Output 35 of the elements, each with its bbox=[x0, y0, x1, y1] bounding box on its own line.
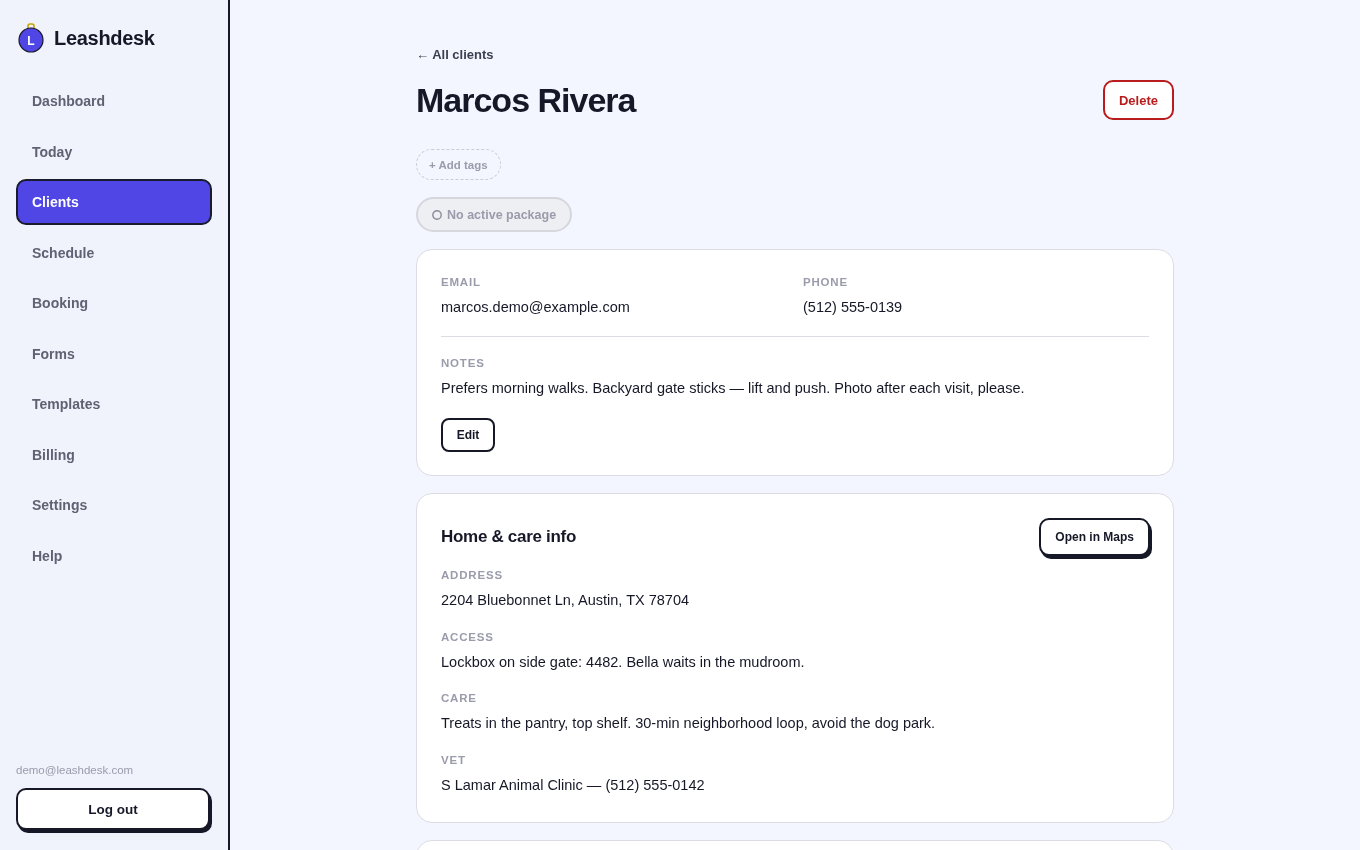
field-value: marcos.demo@example.com bbox=[441, 298, 631, 317]
card-title: Home & care info bbox=[441, 527, 576, 547]
nav-item[interactable]: Schedule bbox=[16, 229, 212, 276]
brand-name: Leashdesk bbox=[54, 26, 155, 50]
logout-button[interactable]: Log out bbox=[16, 788, 210, 830]
nav-item[interactable]: Forms bbox=[16, 330, 212, 377]
nav-item[interactable]: Clients bbox=[16, 179, 212, 225]
nav-item[interactable]: Dashboard bbox=[16, 78, 212, 124]
back-link[interactable]: ← All clients bbox=[416, 47, 494, 63]
field-label: EMAIL bbox=[441, 275, 482, 289]
nav-item[interactable]: Billing bbox=[16, 431, 212, 478]
field-value: (512) 555-0139 bbox=[803, 298, 904, 317]
field-label: NOTES bbox=[441, 356, 486, 370]
field-label: VET bbox=[441, 752, 467, 767]
circle-icon bbox=[432, 209, 442, 220]
open-maps-button[interactable]: Open in Maps bbox=[1039, 518, 1150, 556]
delete-button[interactable]: Delete bbox=[1103, 80, 1174, 120]
field-label: CARE bbox=[441, 691, 478, 705]
nav-item[interactable]: Settings bbox=[16, 482, 212, 528]
field-value: S Lamar Animal Clinic — (512) 555-0142 bbox=[441, 775, 706, 795]
nav-item[interactable]: Templates bbox=[16, 381, 212, 427]
account-email: demo@leashdesk.com bbox=[16, 764, 135, 776]
notes-text: Prefers morning walks. Backyard gate sticks — lift and push. Photo after each visit, please. bbox=[441, 379, 1026, 398]
field-label: PHONE bbox=[803, 275, 849, 289]
nav-item[interactable]: Today bbox=[16, 128, 212, 175]
package-status: No active package bbox=[447, 207, 557, 222]
field-value: 2204 Bluebonnet Ln, Austin, TX 78704 bbox=[441, 591, 691, 610]
field-value: Treats in the pantry, top shelf. 30-min neighborhood loop, avoid the dog park. bbox=[441, 714, 937, 733]
field-label: ADDRESS bbox=[441, 568, 504, 582]
edit-button[interactable]: Edit bbox=[441, 418, 495, 452]
field-label: ACCESS bbox=[441, 629, 495, 644]
client-name: Marcos Rivera bbox=[416, 80, 636, 120]
nav-item[interactable]: Booking bbox=[16, 280, 212, 326]
field-value: Lockbox on side gate: 4482. Bella waits in the mudroom. bbox=[441, 652, 806, 672]
nav-item[interactable]: Help bbox=[16, 532, 212, 579]
